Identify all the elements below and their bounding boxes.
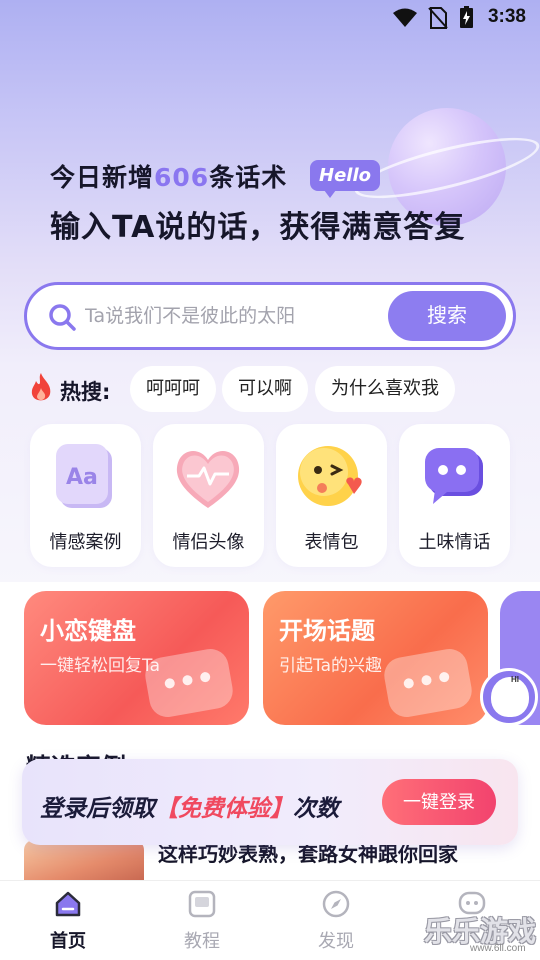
hello-badge: Hello <box>310 160 380 198</box>
feature-stickers[interactable]: 表情包 <box>276 424 387 567</box>
fire-icon <box>31 373 51 401</box>
compass-icon <box>322 890 350 918</box>
aa-card-icon: Aa <box>56 444 112 508</box>
tab-label: 发现 <box>318 931 354 952</box>
tab-discover[interactable]: 发现 <box>286 881 386 960</box>
no-sim-icon <box>428 7 448 29</box>
feature-label: 表情包 <box>304 532 359 553</box>
promo-subtitle: 引起Ta的兴趣 <box>279 656 382 676</box>
tab-label: 教程 <box>184 931 220 952</box>
feature-cheesy-lines[interactable]: 土味情话 <box>399 424 510 567</box>
chat-bubble-icon <box>425 448 483 504</box>
wink-emoji-icon <box>298 446 362 506</box>
login-reward-banner[interactable]: 登录后领取【免费体验】次数 一键登录 <box>22 759 518 845</box>
search-button[interactable]: 搜索 <box>388 291 506 341</box>
chat-dots-icon <box>381 646 475 720</box>
wifi-icon <box>393 8 417 27</box>
article-thumbnail[interactable] <box>24 840 144 880</box>
home-icon <box>55 891 81 917</box>
tab-tutorials[interactable]: 教程 <box>152 881 252 960</box>
promo-card-opening-topics[interactable]: 开场话题 引起Ta的兴趣 <box>263 591 488 725</box>
hot-tag[interactable]: 呵呵呵 <box>130 366 216 412</box>
feature-emotion-cases[interactable]: Aa 情感案例 <box>30 424 141 567</box>
login-reward-text: 登录后领取【免费体验】次数 <box>40 789 339 823</box>
heart-pulse-icon <box>176 451 240 508</box>
hot-search-row: 热搜: 呵呵呵 可以啊 为什么喜欢我 <box>28 364 538 412</box>
search-bar[interactable]: 搜索 <box>24 282 516 350</box>
feature-label: 土味情话 <box>418 532 491 553</box>
mascot-hi-icon: HI <box>511 675 519 684</box>
battery-charging-icon <box>460 6 473 28</box>
feature-label: 情侣头像 <box>172 532 245 553</box>
promo-title: 小恋键盘 <box>40 617 136 645</box>
hot-search-label: 热搜: <box>60 380 111 404</box>
book-icon <box>188 890 216 918</box>
search-input[interactable] <box>85 299 385 333</box>
search-icon <box>49 304 76 331</box>
login-text-prefix: 登录后领取 <box>40 796 155 822</box>
promo-card-keyboard[interactable]: 小恋键盘 一键轻松回复Ta <box>24 591 249 725</box>
new-script-count: 606 <box>154 163 210 192</box>
one-click-login-button[interactable]: 一键登录 <box>382 779 496 825</box>
svg-text:Aa: Aa <box>66 465 98 490</box>
status-bar: 3:38 <box>0 0 540 36</box>
headline-suffix: 条话术 <box>209 163 288 192</box>
mascot-helper-button[interactable]: HI <box>480 668 538 726</box>
promo-title: 开场话题 <box>279 617 375 645</box>
tab-home[interactable]: 首页 <box>18 881 118 960</box>
site-watermark-url: www.6ll.com <box>470 943 526 954</box>
hero-tagline: 输入TA说的话，获得满意答复 <box>50 210 466 245</box>
mascot-face-icon <box>491 677 529 717</box>
login-text-suffix: 次数 <box>293 796 339 822</box>
headline-prefix: 今日新增 <box>50 163 155 192</box>
hot-tag[interactable]: 为什么喜欢我 <box>315 366 455 412</box>
daily-new-scripts-headline: 今日新增606条话术 <box>50 158 287 194</box>
feature-couple-avatars[interactable]: 情侣头像 <box>153 424 264 567</box>
tab-label: 首页 <box>50 931 86 952</box>
promo-subtitle: 一键轻松回复Ta <box>40 656 160 676</box>
feature-label: 情感案例 <box>49 532 122 553</box>
clock: 3:38 <box>487 6 526 27</box>
hot-tag[interactable]: 可以啊 <box>222 366 308 412</box>
login-text-highlight: 【免费体验】 <box>155 796 293 822</box>
